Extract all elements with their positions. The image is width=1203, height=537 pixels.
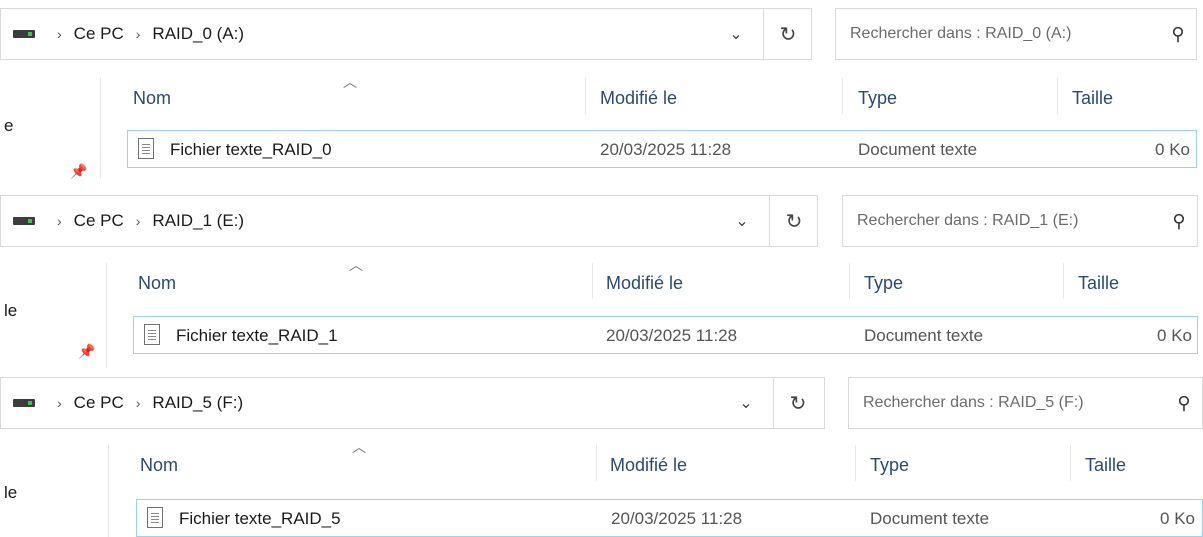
breadcrumb-this-pc[interactable]: Ce PC: [74, 24, 124, 44]
explorer-panel-raid0: › Ce PC › RAID_0 (A:) ⌄ ↻ Rechercher dan…: [0, 8, 1203, 179]
column-header-type[interactable]: Type: [864, 273, 903, 294]
breadcrumb-this-pc[interactable]: Ce PC: [74, 393, 124, 413]
table-row[interactable]: Fichier texte_RAID_1 20/03/2025 11:28 Do…: [133, 316, 1198, 354]
sort-up-icon: ︿: [343, 74, 357, 90]
chevron-right-icon: ›: [57, 395, 62, 411]
pane-divider: [106, 263, 107, 368]
sort-up-icon: ︿: [352, 439, 366, 455]
column-separator: [1057, 78, 1058, 114]
chevron-right-icon: ›: [57, 26, 62, 42]
file-type: Document texte: [870, 509, 990, 528]
file-size: 0 Ko: [1157, 326, 1192, 345]
search-input[interactable]: Rechercher dans : RAID_0 (A:): [850, 25, 1160, 43]
column-header-size[interactable]: Taille: [1072, 88, 1113, 109]
pin-icon: 📌: [78, 343, 96, 359]
column-separator: [596, 445, 597, 481]
file-size: 0 Ko: [1160, 509, 1195, 528]
chevron-right-icon: ›: [135, 395, 141, 411]
file-name: Fichier texte_RAID_1: [176, 326, 338, 345]
column-header-type[interactable]: Type: [858, 88, 897, 109]
file-modified: 20/03/2025 11:28: [600, 140, 732, 159]
breadcrumb-drive[interactable]: RAID_0 (A:): [152, 24, 244, 44]
search-icon[interactable]: ⚲: [1160, 24, 1196, 45]
search-input[interactable]: Rechercher dans : RAID_1 (E:): [857, 212, 1161, 230]
refresh-icon[interactable]: ↻: [773, 378, 822, 428]
file-size: 0 Ko: [1155, 140, 1190, 159]
drive-icon: [13, 217, 35, 225]
breadcrumb-this-pc[interactable]: Ce PC: [74, 211, 124, 231]
column-header-modified[interactable]: Modifié le: [606, 273, 683, 294]
nav-pane-fragment: e: [4, 116, 14, 135]
breadcrumb-drive[interactable]: RAID_1 (E:): [152, 211, 244, 231]
column-separator: [855, 445, 856, 481]
chevron-down-icon[interactable]: ⌄: [723, 378, 769, 428]
chevron-right-icon: ›: [135, 26, 141, 42]
file-name: Fichier texte_RAID_5: [179, 509, 341, 528]
text-file-icon: [144, 324, 160, 345]
file-modified: 20/03/2025 11:28: [611, 509, 743, 528]
column-header-name[interactable]: Nom: [140, 455, 178, 476]
pin-icon: 📌: [70, 163, 88, 179]
chevron-right-icon: ›: [57, 213, 62, 229]
address-bar[interactable]: › Ce PC › RAID_1 (E:) ⌄ ↻: [0, 195, 818, 247]
column-separator: [1070, 445, 1071, 481]
column-separator: [585, 78, 586, 114]
file-modified: 20/03/2025 11:28: [606, 326, 738, 345]
explorer-panel-raid1: › Ce PC › RAID_1 (E:) ⌄ ↻ Rechercher dan…: [0, 195, 1203, 370]
address-bar[interactable]: › Ce PC › RAID_0 (A:) ⌄ ↻: [0, 8, 812, 60]
search-icon[interactable]: ⚲: [1166, 393, 1202, 414]
search-box[interactable]: Rechercher dans : RAID_5 (F:) ⚲: [848, 377, 1203, 429]
chevron-down-icon[interactable]: ⌄: [719, 196, 765, 246]
column-header-name[interactable]: Nom: [138, 273, 176, 294]
pane-divider: [100, 78, 101, 178]
address-bar[interactable]: › Ce PC › RAID_5 (F:) ⌄ ↻: [0, 377, 825, 429]
breadcrumb-drive[interactable]: RAID_5 (F:): [152, 393, 243, 413]
column-header-size[interactable]: Taille: [1085, 455, 1126, 476]
column-separator: [592, 263, 593, 299]
file-type: Document texte: [864, 326, 984, 345]
column-separator: [842, 78, 843, 114]
search-box[interactable]: Rechercher dans : RAID_0 (A:) ⚲: [835, 8, 1197, 60]
text-file-icon: [138, 138, 154, 159]
nav-pane-fragment: le: [4, 483, 18, 502]
chevron-down-icon[interactable]: ⌄: [713, 9, 759, 59]
column-header-modified[interactable]: Modifié le: [600, 88, 677, 109]
nav-pane-fragment: le: [4, 301, 18, 320]
column-header-size[interactable]: Taille: [1078, 273, 1119, 294]
table-row[interactable]: Fichier texte_RAID_5 20/03/2025 11:28 Do…: [136, 499, 1203, 537]
column-header-name[interactable]: Nom: [133, 88, 171, 109]
search-icon[interactable]: ⚲: [1161, 211, 1197, 232]
explorer-panel-raid5: › Ce PC › RAID_5 (F:) ⌄ ↻ Rechercher dan…: [0, 377, 1203, 537]
chevron-right-icon: ›: [135, 213, 141, 229]
file-type: Document texte: [858, 140, 978, 159]
drive-icon: [13, 30, 35, 38]
column-separator: [849, 263, 850, 299]
file-name: Fichier texte_RAID_0: [170, 140, 332, 159]
refresh-icon[interactable]: ↻: [769, 196, 818, 246]
column-header-modified[interactable]: Modifié le: [610, 455, 687, 476]
search-input[interactable]: Rechercher dans : RAID_5 (F:): [863, 394, 1166, 412]
sort-up-icon: ︿: [349, 257, 363, 273]
search-box[interactable]: Rechercher dans : RAID_1 (E:) ⚲: [842, 195, 1198, 247]
table-row[interactable]: Fichier texte_RAID_0 20/03/2025 11:28 Do…: [127, 130, 1197, 168]
text-file-icon: [147, 507, 163, 528]
refresh-icon[interactable]: ↻: [763, 9, 812, 59]
column-header-type[interactable]: Type: [870, 455, 909, 476]
pane-divider: [108, 445, 109, 537]
drive-icon: [13, 399, 35, 407]
column-separator: [1063, 263, 1064, 299]
